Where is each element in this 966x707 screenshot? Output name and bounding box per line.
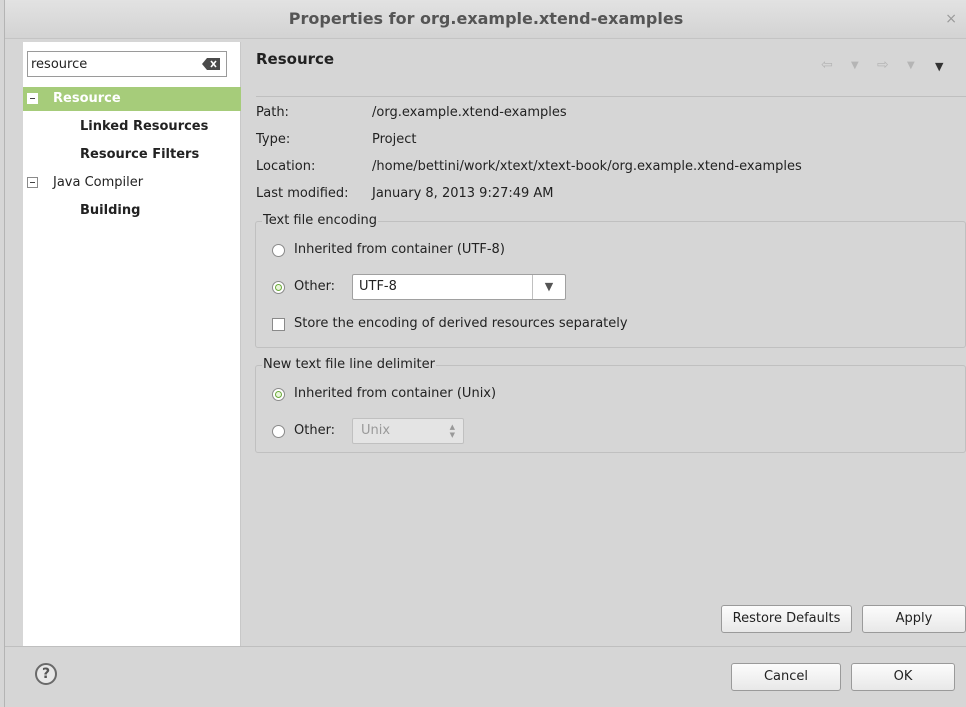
delimiter-inherited-label: Inherited from container (Unix) bbox=[294, 386, 497, 401]
spinner-arrows-icon[interactable]: ▲ ▼ bbox=[450, 423, 455, 439]
preference-tree-panel: Resource Linked Resources Resource Filte… bbox=[23, 42, 241, 646]
dropdown-arrow-icon[interactable]: ▼ bbox=[532, 275, 565, 299]
properties-dialog: Properties for org.example.xtend-example… bbox=[4, 0, 966, 707]
footer-separator bbox=[5, 646, 966, 647]
tree-item-resource[interactable]: Resource bbox=[23, 87, 241, 111]
collapse-icon[interactable] bbox=[27, 177, 38, 188]
encoding-other-radio[interactable] bbox=[272, 281, 285, 294]
group-legend: New text file line delimiter bbox=[262, 357, 436, 372]
store-separately-checkbox[interactable] bbox=[272, 318, 285, 331]
tree-item-label: Building bbox=[80, 203, 141, 218]
last-modified-value: January 8, 2013 9:27:49 AM bbox=[372, 186, 554, 201]
path-value: /org.example.xtend-examples bbox=[372, 105, 567, 120]
back-arrow-icon[interactable]: ⇦ bbox=[821, 57, 833, 73]
window-title: Properties for org.example.xtend-example… bbox=[288, 9, 684, 28]
collapse-icon[interactable] bbox=[27, 93, 38, 104]
type-value: Project bbox=[372, 132, 417, 147]
tree-item-linked-resources[interactable]: Linked Resources bbox=[23, 115, 241, 139]
property-page: Resource ⇦ ▼ ⇨ ▼ ▼ Path: /org.example.xt… bbox=[241, 42, 966, 646]
encoding-inherited-label: Inherited from container (UTF-8) bbox=[294, 242, 505, 257]
page-navigation: ⇦ ▼ ⇨ ▼ ▼ bbox=[811, 57, 961, 79]
store-separately-label: Store the encoding of derived resources … bbox=[294, 316, 628, 331]
delimiter-inherited-radio[interactable] bbox=[272, 388, 285, 401]
tree-item-label: Java Compiler bbox=[53, 175, 144, 190]
forward-menu-icon[interactable]: ▼ bbox=[907, 60, 915, 71]
view-menu-icon[interactable]: ▼ bbox=[935, 60, 943, 73]
tree-item-java-compiler[interactable]: Java Compiler bbox=[23, 171, 241, 195]
tree-item-label: Resource Filters bbox=[80, 147, 200, 162]
filter-box bbox=[27, 51, 227, 77]
ok-button[interactable]: OK bbox=[851, 663, 955, 691]
last-modified-label: Last modified: bbox=[256, 186, 349, 201]
tree-item-resource-filters[interactable]: Resource Filters bbox=[23, 143, 241, 167]
page-title: Resource bbox=[256, 50, 335, 68]
tree-item-building[interactable]: Building bbox=[23, 199, 241, 223]
clear-filter-icon[interactable] bbox=[201, 57, 221, 71]
delimiter-combo-value: Unix bbox=[361, 423, 391, 438]
filter-input[interactable] bbox=[31, 55, 191, 73]
type-label: Type: bbox=[256, 132, 291, 147]
restore-defaults-button[interactable]: Restore Defaults bbox=[721, 605, 852, 633]
delimiter-other-label: Other: bbox=[294, 423, 336, 438]
encoding-combo-value: UTF-8 bbox=[359, 279, 397, 294]
location-label: Location: bbox=[256, 159, 316, 174]
path-label: Path: bbox=[256, 105, 289, 120]
tree-item-label: Resource bbox=[53, 91, 121, 106]
line-delimiter-group: New text file line delimiter Inherited f… bbox=[255, 357, 966, 453]
close-icon[interactable]: × bbox=[945, 0, 957, 38]
title-separator bbox=[256, 96, 966, 97]
title-bar[interactable]: Properties for org.example.xtend-example… bbox=[5, 0, 966, 39]
forward-arrow-icon[interactable]: ⇨ bbox=[877, 57, 889, 73]
help-icon[interactable]: ? bbox=[35, 663, 57, 685]
group-legend: Text file encoding bbox=[262, 213, 379, 228]
encoding-inherited-radio[interactable] bbox=[272, 244, 285, 257]
encoding-combo[interactable]: UTF-8 ▼ bbox=[352, 274, 566, 300]
tree-item-label: Linked Resources bbox=[80, 119, 209, 134]
location-value: /home/bettini/work/xtext/xtext-book/org.… bbox=[372, 159, 802, 174]
encoding-other-label: Other: bbox=[294, 279, 336, 294]
delimiter-combo[interactable]: Unix ▲ ▼ bbox=[352, 418, 464, 444]
back-menu-icon[interactable]: ▼ bbox=[851, 60, 859, 71]
text-file-encoding-group: Text file encoding Inherited from contai… bbox=[255, 213, 966, 348]
cancel-button[interactable]: Cancel bbox=[731, 663, 841, 691]
delimiter-other-radio[interactable] bbox=[272, 425, 285, 438]
apply-button[interactable]: Apply bbox=[862, 605, 966, 633]
